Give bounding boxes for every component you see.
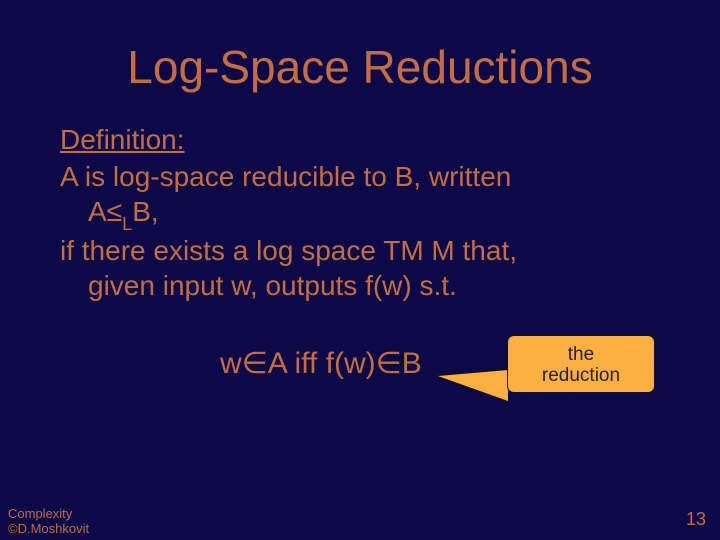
body-line-2: A≤LB, [60, 194, 660, 233]
body-line-4: given input w, outputs f(w) s.t. [60, 268, 660, 303]
page-number: 13 [686, 509, 706, 530]
slide: Log-Space Reductions Definition: A is lo… [0, 0, 720, 540]
slide-title: Log-Space Reductions [60, 40, 660, 94]
l2-pre: A [88, 196, 107, 227]
leq-symbol: ≤ [107, 196, 122, 227]
footer-left: Complexity ©D.Moshkovit [8, 507, 89, 536]
slide-body: Definition: A is log-space reducible to … [60, 122, 660, 407]
callout-box: the reduction [507, 335, 655, 393]
body-line-3: if there exists a log space TM M that, [60, 233, 660, 268]
definition-label: Definition: [60, 122, 185, 157]
callout-line-2: reduction [542, 365, 620, 387]
body-line-1: A is log-space reducible to B, written [60, 159, 660, 194]
l2-post: B, [132, 196, 158, 227]
footer-author: ©D.Moshkovit [8, 522, 89, 536]
callout-tail [438, 370, 508, 401]
footer-course: Complexity [8, 507, 89, 521]
callout-line-1: the [568, 344, 594, 366]
l2-sub: L [122, 214, 132, 234]
formula-row: w∈A iff f(w)∈B the reduction [60, 337, 660, 407]
formula: w∈A iff f(w)∈B [220, 345, 422, 383]
